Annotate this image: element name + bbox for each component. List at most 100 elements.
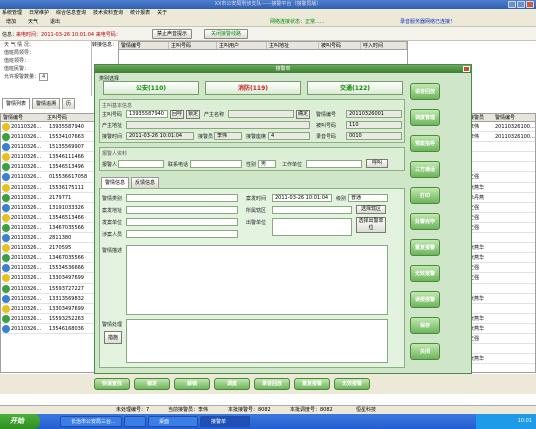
maximize-button[interactable] (517, 1, 525, 8)
block-line-button[interactable]: 关闭接警线路 (204, 29, 248, 39)
false-alarm-button[interactable]: 误报报警 (410, 291, 440, 308)
table-row[interactable] (467, 284, 535, 294)
table-row[interactable]: 20110326... 015536617058 (1, 172, 95, 183)
table-row[interactable]: 20110326... 15536175111 (1, 183, 95, 193)
owner-field[interactable] (228, 110, 294, 118)
table-row[interactable]: 王强 (467, 223, 535, 234)
table-row[interactable]: 20110326... 13303497699 (1, 273, 95, 284)
table-row[interactable]: 张燕华 (467, 354, 535, 365)
unlock-case-button[interactable]: 解锁 (174, 378, 210, 390)
menu-about[interactable]: 关于 (157, 9, 167, 17)
menu-tech-query[interactable]: 技术资料查询 (93, 9, 123, 17)
reporter-field[interactable] (118, 160, 164, 168)
table-row[interactable]: 张燕华 (467, 324, 535, 334)
repeat-alarm-button[interactable]: 重复报警 (294, 378, 330, 390)
table-row[interactable]: 20110326... 13467035566 (1, 253, 95, 264)
measures-button[interactable]: 措施 (104, 331, 122, 344)
table-row[interactable]: 王强 (467, 263, 535, 274)
table-row[interactable]: 王强 (467, 334, 535, 345)
table-row[interactable]: 王强 (467, 213, 535, 223)
table-row[interactable]: 20110326... 13467035566 (1, 223, 95, 234)
category-traffic-button[interactable]: 交通(122) (307, 81, 403, 95)
table-row[interactable] (467, 304, 535, 314)
duplicate-alarm-button[interactable]: 重复报警 (410, 239, 440, 256)
col-case-no[interactable]: 警情编号 (119, 42, 169, 49)
col-called-no[interactable]: 被叫号码 (319, 42, 361, 49)
record-field[interactable]: 0010 (346, 132, 402, 140)
col-caller-no[interactable]: 主叫号码 (169, 42, 217, 49)
menu-query[interactable]: 综合信息查询 (56, 9, 86, 17)
jurisdiction-field[interactable] (272, 206, 352, 214)
type-select[interactable] (126, 194, 238, 202)
tab-case-info[interactable]: 警情信息 (101, 177, 130, 188)
contact-field[interactable] (190, 160, 242, 168)
minimize-button[interactable] (508, 1, 516, 8)
table-row[interactable]: 20110326... 15135569907 (1, 142, 95, 153)
table-row[interactable]: 20110326... 15593727227 (1, 284, 95, 294)
close-button[interactable] (526, 1, 534, 8)
select-area-button[interactable]: 选择辖区 (356, 205, 386, 214)
invalid-case-button[interactable]: 无效报警 (334, 378, 370, 390)
location-field[interactable] (126, 206, 238, 214)
table-row[interactable]: 王强 (467, 172, 535, 183)
table-row[interactable] (467, 162, 535, 173)
table-row[interactable]: 20110326... 13935587940 (1, 122, 95, 133)
table-row[interactable]: 20110326... 2811380 (1, 233, 95, 244)
dialog-close-button[interactable] (463, 66, 470, 72)
three-way-call-button[interactable]: 三方通话 (410, 161, 440, 178)
table-row[interactable]: 20110326... 13191033326 (1, 203, 95, 213)
caller-no-field[interactable]: 13935587940 (126, 110, 168, 118)
save-button[interactable]: 保存 (410, 317, 440, 334)
table-row[interactable]: 王强 (467, 203, 535, 213)
table-row[interactable]: 20110326... 2179771 (1, 193, 95, 203)
work-field[interactable] (306, 160, 362, 168)
tab-case-list[interactable]: 警情列表 (2, 98, 31, 109)
select-dept-button[interactable]: 选择出警单位 (356, 217, 386, 233)
task-blank[interactable] (124, 416, 146, 427)
operator-field[interactable]: 李伟 (214, 132, 242, 140)
print-button[interactable]: 打印 (410, 187, 440, 204)
quick-find-button[interactable]: 快速查找 (94, 378, 130, 390)
persons-field[interactable] (126, 230, 238, 238)
toolbar-add[interactable]: 增加 (6, 17, 16, 26)
voice-playback-button[interactable]: 语音回放 (410, 83, 440, 100)
col-caller-no[interactable]: 主叫号码 (47, 114, 87, 121)
address-field[interactable] (126, 121, 310, 129)
col-call-time[interactable]: 呼入时间 (361, 42, 407, 49)
col-caller-user[interactable]: 主叫用户 (217, 42, 267, 49)
table-row[interactable]: 20110326... 15593252263 (1, 314, 95, 324)
dept-field[interactable] (272, 218, 352, 236)
menu-maintenance[interactable]: 日常维护 (29, 9, 49, 17)
menu-system[interactable]: 系统管理 (2, 9, 22, 17)
gender-select[interactable]: 男 (258, 160, 276, 168)
table-row[interactable] (467, 142, 535, 153)
dispatch-manage-button[interactable]: 调度管理 (410, 109, 440, 126)
table-row[interactable]: 张燕华 (467, 183, 535, 193)
result-field[interactable] (126, 319, 388, 363)
occur-time-field[interactable]: 2011-03-26 10:01:04 (272, 194, 332, 202)
table-row[interactable]: 张燕华 (467, 243, 535, 254)
task-desktop[interactable]: 桌面 (148, 416, 198, 427)
tab-case-trace[interactable]: 警情追溯 (32, 98, 61, 109)
table-row[interactable]: 20110326... 13546513466 (1, 213, 95, 223)
table-row[interactable]: 20110326... 15534536666 (1, 263, 95, 274)
table-row[interactable]: 朱丹燕 (467, 193, 535, 203)
tab-history[interactable]: 历 (62, 98, 76, 109)
table-row[interactable] (467, 233, 535, 244)
start-button[interactable]: 开始 (0, 414, 40, 429)
table-row[interactable] (467, 152, 535, 163)
table-row[interactable]: 张燕华 (467, 294, 535, 304)
table-row[interactable]: 李伟 20110326100... (467, 122, 535, 133)
table-row[interactable]: 王强 (467, 273, 535, 284)
col-case-no[interactable]: 警情编号 (1, 114, 47, 121)
tab-feedback[interactable]: 反馈信息 (131, 177, 160, 188)
table-row[interactable]: 20110326... 13313569832 (1, 294, 95, 304)
seat-field[interactable]: 4 (268, 132, 310, 140)
return-call-button[interactable]: 回呼 (170, 110, 184, 119)
col-caller-addr[interactable]: 主叫地址 (267, 42, 319, 49)
confirm-button[interactable]: 确定 (296, 110, 310, 119)
call-button[interactable]: 呼叫 (366, 159, 388, 168)
table-row[interactable]: 20110326... 2170595 (1, 243, 95, 254)
called-no-field[interactable]: 110 (346, 121, 402, 129)
table-row[interactable]: 20110326... 13546111466 (1, 152, 95, 163)
